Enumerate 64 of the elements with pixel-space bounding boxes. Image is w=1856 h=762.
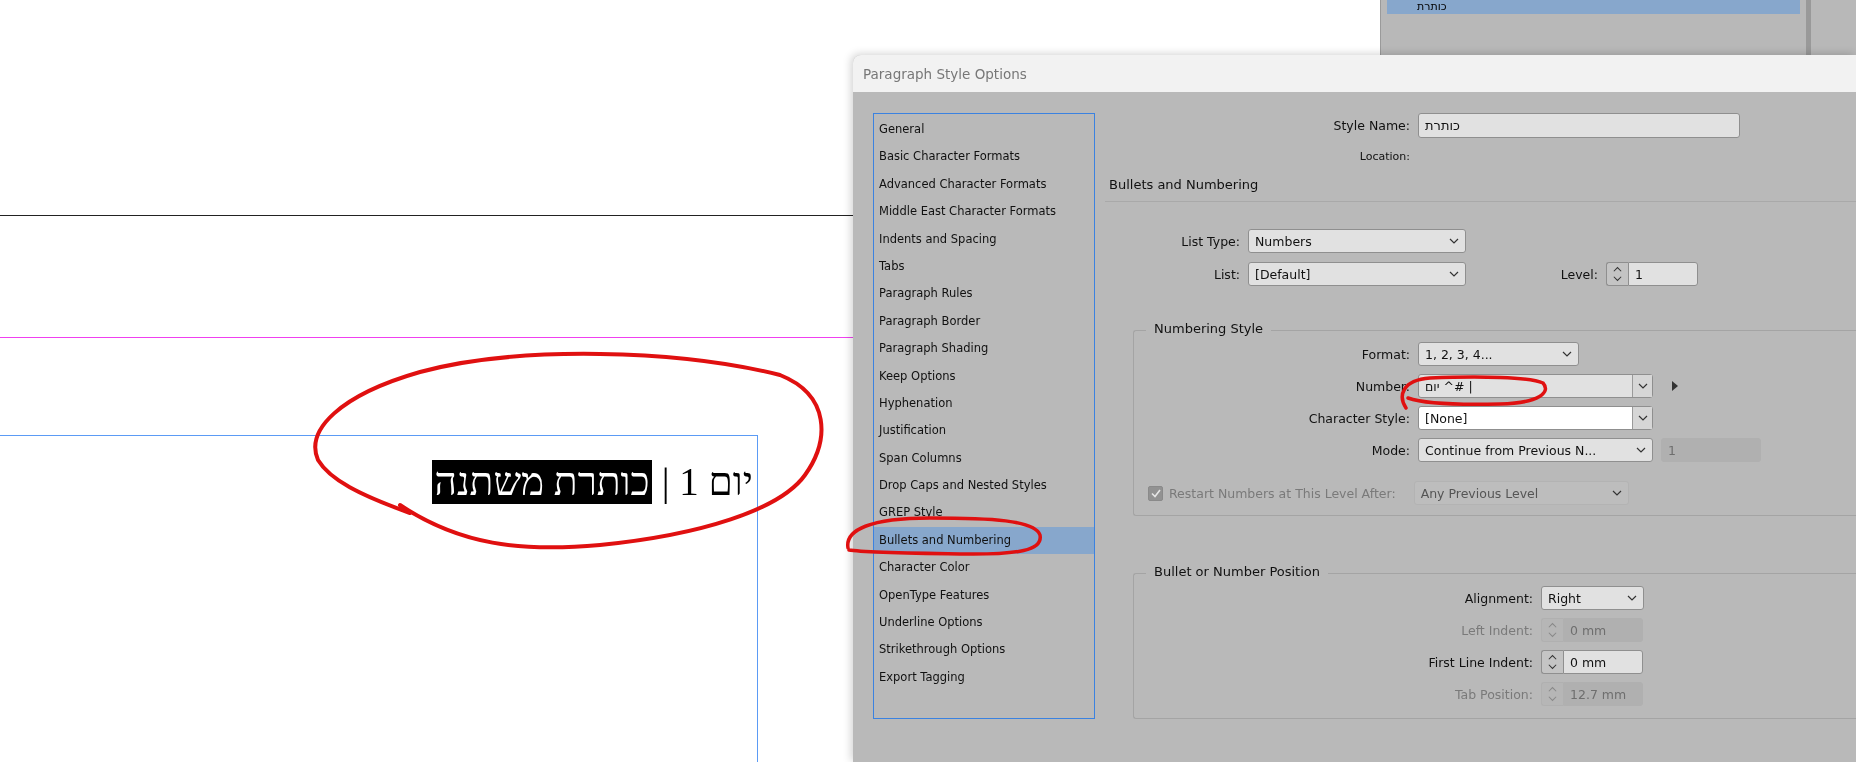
field-label: Mode: — [1370, 442, 1410, 458]
category-item[interactable]: Export Tagging — [874, 663, 1094, 692]
chevron-down-icon — [1449, 271, 1459, 277]
heading-text: יום 1 | — [661, 460, 753, 504]
chevron-down-icon — [1637, 415, 1648, 421]
field-label: Style Name: — [1332, 118, 1410, 133]
number-field[interactable]: 1 — [1628, 262, 1698, 286]
checkbox-label: Restart Numbers at This Level After: — [1169, 485, 1396, 501]
text-field[interactable]: כותרת — [1418, 113, 1740, 138]
category-item[interactable]: GREP Style — [874, 499, 1094, 527]
category-item[interactable]: Paragraph Border — [874, 307, 1094, 336]
stepper-icon — [1541, 618, 1563, 642]
chevron-down-icon — [1637, 383, 1648, 389]
style-list-item[interactable]: כותרת — [1387, 0, 1800, 14]
dropdown[interactable]: 1, 2, 3, 4... — [1418, 342, 1579, 366]
number-field[interactable]: 0 mm — [1563, 650, 1643, 674]
category-item[interactable]: Paragraph Shading — [874, 335, 1094, 363]
field-label: Left Indent: — [1460, 622, 1533, 638]
selected-text: כותרת משתנה — [432, 460, 652, 504]
field-label: Alignment: — [1463, 590, 1533, 606]
field-label: Location: — [1358, 150, 1410, 163]
category-item[interactable]: Keep Options — [874, 362, 1094, 390]
field-label: List: — [1212, 266, 1240, 282]
dialog-title: Paragraph Style Options — [863, 65, 1027, 82]
stepper-icon — [1606, 262, 1628, 286]
category-item[interactable]: Span Columns — [874, 444, 1094, 473]
stepper-icon — [1541, 682, 1563, 706]
category-item[interactable]: Hyphenation — [874, 389, 1094, 418]
dropdown[interactable]: Right — [1541, 586, 1644, 610]
chevron-down-icon — [1562, 351, 1572, 357]
group-title: Numbering Style — [1146, 321, 1272, 336]
dropdown[interactable]: Continue from Previous N... — [1418, 438, 1653, 462]
combo-box[interactable]: יום ^# | — [1418, 374, 1653, 398]
category-item[interactable]: Indents and Spacing — [874, 225, 1094, 253]
category-item[interactable]: OpenType Features — [874, 581, 1094, 610]
category-item[interactable]: Character Color — [874, 554, 1094, 582]
category-item[interactable]: Paragraph Rules — [874, 280, 1094, 308]
category-item[interactable]: Basic Character Formats — [874, 143, 1094, 171]
chevron-down-icon — [1611, 490, 1622, 496]
chevron-down-icon — [1636, 447, 1646, 453]
category-item[interactable]: General — [874, 116, 1094, 144]
group-title: Bullet or Number Position — [1146, 564, 1328, 579]
category-item[interactable]: Bullets and Numbering — [874, 526, 1094, 555]
field-label: Format: — [1360, 346, 1410, 362]
field-label: First Line Indent: — [1427, 654, 1533, 670]
field-label: Level: — [1559, 266, 1598, 282]
category-item[interactable]: Underline Options — [874, 609, 1094, 637]
category-item[interactable]: Justification — [874, 417, 1094, 445]
chevron-down-icon — [1627, 595, 1637, 601]
field-label: List Type: — [1180, 233, 1240, 249]
category-item[interactable]: Strikethrough Options — [874, 636, 1094, 664]
category-item[interactable]: Middle East Character Formats — [874, 198, 1094, 226]
dropdown[interactable]: [Default] — [1248, 262, 1466, 286]
field-label: Tab Position: — [1454, 686, 1533, 702]
category-item[interactable]: Advanced Character Formats — [874, 170, 1094, 199]
combo-box[interactable]: [None] — [1418, 406, 1653, 430]
field-label: Character Style: — [1307, 410, 1410, 426]
chevron-down-icon — [1449, 238, 1459, 244]
triangle-right-icon — [1671, 381, 1679, 391]
stepper-icon — [1541, 650, 1563, 674]
category-item[interactable]: Tabs — [874, 252, 1094, 281]
section-heading: Bullets and Numbering — [1108, 177, 1260, 192]
category-item[interactable]: Drop Caps and Nested Styles — [874, 472, 1094, 500]
dropdown[interactable]: Numbers — [1248, 229, 1466, 253]
